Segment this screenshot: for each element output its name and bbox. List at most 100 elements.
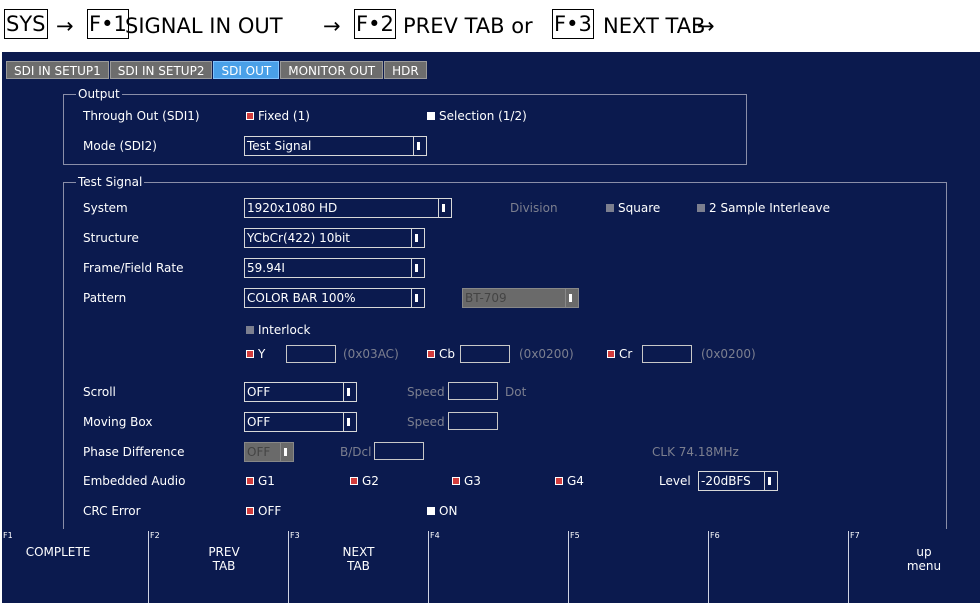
g1-checkbox[interactable]: G1 [246,473,275,489]
structure-value: YCbCr(422) 10bit [247,231,350,245]
chevron-down-icon [343,383,356,401]
checkbox-checked-icon [607,350,615,358]
frame-rate-select[interactable]: 59.94I [244,258,425,278]
cb-checkbox[interactable]: Cb [427,346,455,362]
mode-select[interactable]: Test Signal [244,136,427,156]
tab-monitor-out[interactable]: MONITOR OUT [280,61,384,79]
checkbox-unchecked-icon [427,507,435,515]
arrow: → [56,14,74,38]
sample-interleave-checkbox: 2 Sample Interleave [697,200,830,216]
cr-value-field[interactable] [642,345,692,363]
scroll-speed-field[interactable] [448,382,498,400]
cb-hex: (0x0200) [519,347,574,361]
sys-key: SYS [4,9,48,39]
y-hex: (0x03AC) [343,347,399,361]
square-checkbox: Square [606,200,660,216]
frame-rate-value: 59.94I [247,261,285,275]
cb-label: Cb [439,347,455,361]
tab-sdi-in-setup1[interactable]: SDI IN SETUP1 [6,61,109,79]
square-label: Square [618,201,661,215]
signal-in-out-text: SIGNAL IN OUT [125,14,283,38]
f2-number: F2 [150,531,160,540]
interlock-label: Interlock [258,323,311,337]
tab-hdr[interactable]: HDR [384,61,427,79]
tab-sdi-out[interactable]: SDI OUT [213,61,280,79]
f1-complete-button[interactable]: F1 COMPLETE [2,531,148,603]
function-key-bar: F1 COMPLETE F2 PREV TAB F3 NEXT TAB F4 F… [2,529,980,603]
interlock-checkbox: Interlock [246,322,310,338]
checkbox-checked-icon [246,477,254,485]
f3-number: F3 [290,531,300,540]
f6-number: F6 [710,531,720,540]
f7-up-menu-button[interactable]: F7 up menu [848,531,980,603]
level-value: -20dBFS [701,474,751,488]
system-select[interactable]: 1920x1080 HD [244,198,452,218]
crc-error-label: CRC Error [83,504,141,518]
through-out-label: Through Out (SDI1) [83,109,200,123]
moving-box-speed-label: Speed [407,415,445,429]
colorimetry-select: BT-709 [462,288,579,308]
cb-value-field[interactable] [460,345,510,363]
f2-prev-tab-button[interactable]: F2 PREV TAB [148,531,288,603]
breadcrumb: SYS → F•1 SIGNAL IN OUT → F•2 PREV TAB o… [0,0,980,52]
tab-sdi-in-setup2[interactable]: SDI IN SETUP2 [109,61,213,79]
f4-number: F4 [430,531,440,540]
fixed-checkbox[interactable]: Fixed (1) [246,108,310,124]
level-select[interactable]: -20dBFS [698,471,778,491]
f3-next-tab-button[interactable]: F3 NEXT TAB [288,531,428,603]
moving-box-select[interactable]: OFF [244,412,357,432]
cr-hex: (0x0200) [701,347,756,361]
g3-label: G3 [464,474,481,488]
structure-label: Structure [83,231,139,245]
moving-box-speed-field[interactable] [448,412,498,430]
f4-button[interactable]: F4 [428,531,568,603]
checkbox-checked-icon [427,350,435,358]
g4-label: G4 [567,474,584,488]
system-value: 1920x1080 HD [247,201,338,215]
checkbox-checked-icon [350,477,358,485]
crc-on-label: ON [439,504,458,518]
cr-checkbox[interactable]: Cr [607,346,632,362]
f1-key: F•1 [87,9,129,39]
scroll-label: Scroll [83,385,116,399]
crc-on-checkbox[interactable]: ON [427,503,457,519]
y-value-field[interactable] [286,345,336,363]
output-group: Output Through Out (SDI1) Fixed (1) Sele… [63,86,747,165]
f2-label-line2: TAB [212,559,236,573]
f7-label-line2: menu [906,559,942,573]
mode-value: Test Signal [247,139,312,153]
f1-label: COMPLETE [25,545,91,559]
output-group-title: Output [76,86,122,102]
structure-select[interactable]: YCbCr(422) 10bit [244,228,425,248]
crc-off-checkbox[interactable]: OFF [246,503,281,519]
division-label: Division [510,201,558,215]
chevron-down-icon [411,259,424,277]
pattern-label: Pattern [83,291,127,305]
checkbox-unchecked-icon [427,112,435,120]
f6-button[interactable]: F6 [708,531,848,603]
y-checkbox[interactable]: Y [246,346,265,362]
pattern-select[interactable]: COLOR BAR 100% [244,288,425,308]
g2-checkbox[interactable]: G2 [350,473,379,489]
system-label: System [83,201,128,215]
frame-rate-label: Frame/Field Rate [83,261,184,275]
chevron-down-icon [413,137,426,155]
f5-button[interactable]: F5 [568,531,708,603]
checkbox-checked-icon [246,112,254,120]
f3-label-line2: TAB [347,559,370,573]
prev-tab-text: PREV TAB or [403,14,533,38]
scroll-select[interactable]: OFF [244,382,357,402]
fixed-label: Fixed (1) [258,109,310,123]
f7-label-line1: up [916,545,932,559]
test-signal-group-title: Test Signal [76,174,145,190]
g4-checkbox[interactable]: G4 [555,473,584,489]
tab-bar: SDI IN SETUP1 SDI IN SETUP2 SDI OUT MONI… [6,61,427,79]
chevron-down-icon [411,289,424,307]
selection-checkbox[interactable]: Selection (1/2) [427,108,527,124]
checkbox-checked-icon [246,350,254,358]
instrument-screen: SDI IN SETUP1 SDI IN SETUP2 SDI OUT MONI… [2,52,980,603]
cr-label: Cr [619,347,633,361]
selection-label: Selection (1/2) [439,109,527,123]
f7-number: F7 [850,531,860,540]
g3-checkbox[interactable]: G3 [452,473,481,489]
